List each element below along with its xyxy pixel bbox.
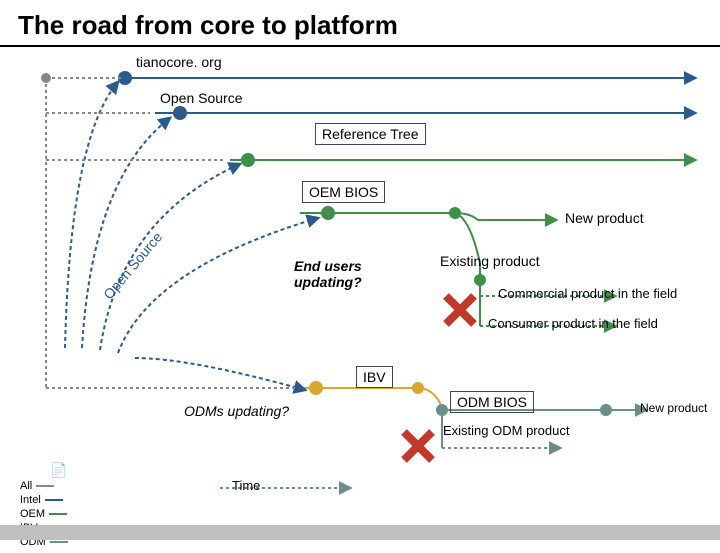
legend-swatch bbox=[45, 499, 63, 501]
lane-label-open-source: Open Source bbox=[160, 90, 243, 106]
page-title: The road from core to platform bbox=[0, 0, 720, 45]
diagram-canvas: tianocore. org Open Source Reference Tre… bbox=[0, 48, 720, 488]
lane-label-tianocore: tianocore. org bbox=[136, 54, 222, 70]
red-x-icon bbox=[446, 296, 474, 324]
legend-row: All bbox=[20, 479, 68, 493]
label-consumer: Consumer product in the field bbox=[488, 316, 658, 331]
label-time-axis: Time bbox=[232, 478, 260, 493]
label-end-users-updating: End users updating? bbox=[294, 258, 404, 290]
legend-swatch bbox=[50, 541, 68, 543]
legend-row: OEM bbox=[20, 507, 68, 521]
title-underline bbox=[0, 45, 720, 47]
label-odms-updating: ODMs updating? bbox=[184, 403, 289, 419]
legend-swatch bbox=[36, 485, 54, 487]
page-icon: 📄 bbox=[20, 462, 68, 479]
footer-bar bbox=[0, 525, 720, 540]
legend-label: OEM bbox=[20, 507, 45, 521]
label-existing-product: Existing product bbox=[440, 253, 540, 269]
legend-swatch bbox=[49, 513, 67, 515]
lane-label-oem-bios: OEM BIOS bbox=[302, 181, 385, 203]
legend-label: Intel bbox=[20, 493, 41, 507]
red-x-icon bbox=[404, 432, 432, 460]
label-commercial: Commercial product in the field bbox=[498, 286, 677, 301]
label-new-product-1: New product bbox=[565, 210, 644, 226]
lane-label-reference-tree: Reference Tree bbox=[315, 123, 426, 145]
legend-row: Intel bbox=[20, 493, 68, 507]
lane-label-ibv: IBV bbox=[356, 366, 393, 388]
label-existing-odm: Existing ODM product bbox=[443, 423, 569, 438]
legend-label: All bbox=[20, 479, 32, 493]
label-new-product-2: New product bbox=[640, 401, 707, 415]
label-odm-bios: ODM BIOS bbox=[450, 391, 534, 413]
